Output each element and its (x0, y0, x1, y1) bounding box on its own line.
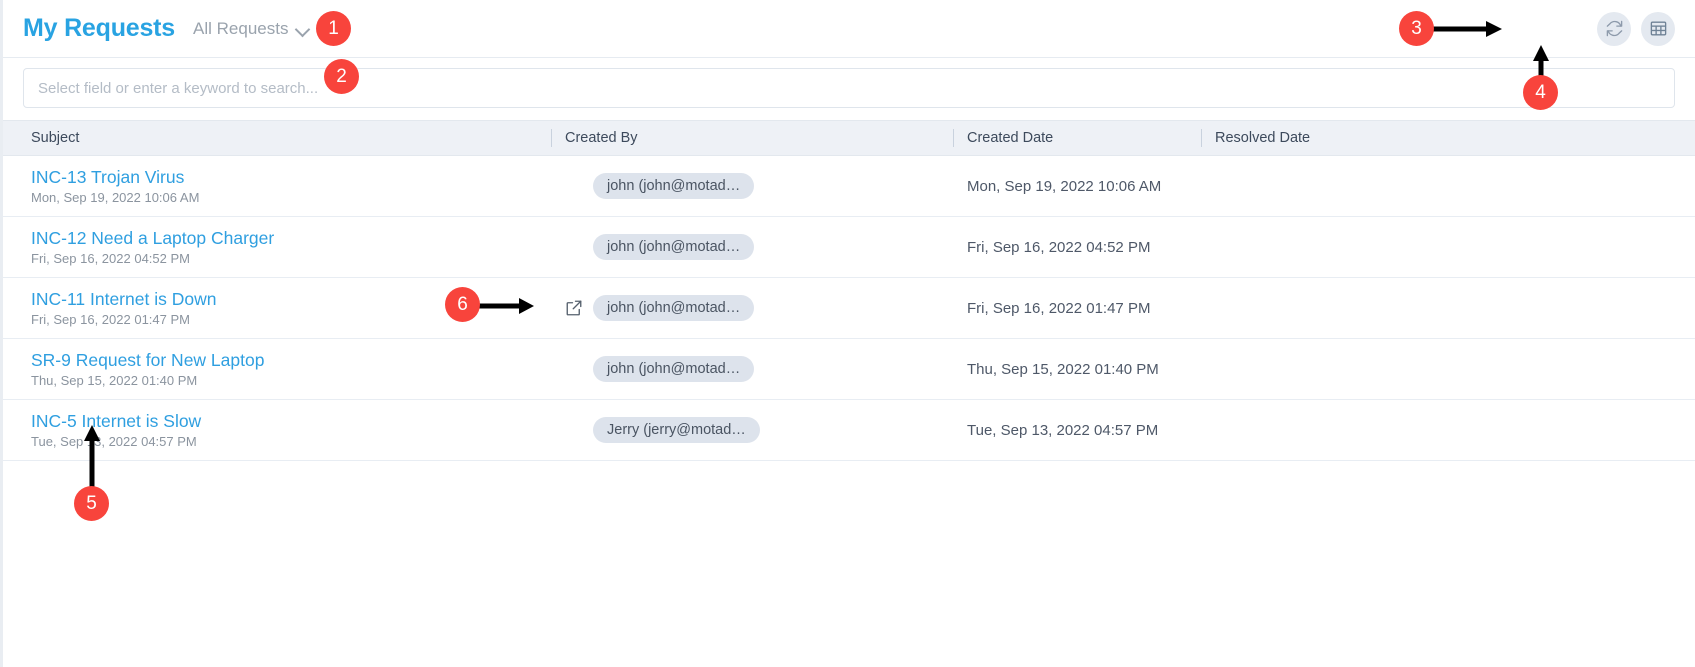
table-row[interactable]: INC-5 Internet is Slow Tue, Sep 13, 2022… (3, 400, 1695, 461)
request-subject-date: Fri, Sep 16, 2022 04:52 PM (31, 251, 190, 267)
request-subject-date: Fri, Sep 16, 2022 01:47 PM (31, 312, 190, 328)
cell-resolved-date (1201, 156, 1695, 216)
my-requests-page: My Requests All Requests Select field or… (0, 0, 1695, 667)
cell-subject: SR-9 Request for New Laptop Thu, Sep 15,… (3, 339, 551, 399)
annotation-arrow-6 (473, 298, 534, 314)
created-date-value: Thu, Sep 15, 2022 01:40 PM (967, 360, 1159, 378)
table-header-row: Subject Created By Created Date Resolved… (3, 120, 1695, 156)
request-subject-link[interactable]: INC-5 Internet is Slow (31, 411, 201, 431)
grid-view-icon (1649, 19, 1668, 38)
requests-table: Subject Created By Created Date Resolved… (3, 120, 1695, 461)
cell-resolved-date (1201, 400, 1695, 460)
table-row[interactable]: INC-11 Internet is Down Fri, Sep 16, 202… (3, 278, 1695, 339)
search-input[interactable] (23, 68, 1675, 108)
cell-created-by: john (john@motad… (551, 217, 953, 277)
created-by-chip: john (john@motad… (593, 356, 755, 382)
page-title: My Requests (23, 14, 176, 42)
cell-resolved-date (1201, 217, 1695, 277)
column-header-resolved-date[interactable]: Resolved Date (1201, 121, 1695, 155)
table-row[interactable]: INC-12 Need a Laptop Charger Fri, Sep 16… (3, 217, 1695, 278)
table-row[interactable]: INC-13 Trojan Virus Mon, Sep 19, 2022 10… (3, 156, 1695, 217)
request-subject-link[interactable]: INC-13 Trojan Virus (31, 167, 199, 187)
annotation-marker-1: 1 (316, 11, 351, 46)
cell-created-by: john (john@motad… (551, 339, 953, 399)
cell-created-date: Mon, Sep 19, 2022 10:06 AM (953, 156, 1201, 216)
table-row[interactable]: SR-9 Request for New Laptop Thu, Sep 15,… (3, 339, 1695, 400)
request-subject-link[interactable]: INC-11 Internet is Down (31, 289, 216, 309)
refresh-button[interactable] (1597, 11, 1631, 46)
search-bar-container (3, 58, 1695, 120)
cell-subject: INC-12 Need a Laptop Charger Fri, Sep 16… (3, 217, 551, 277)
annotation-marker-6: 6 (445, 287, 480, 322)
created-date-value: Fri, Sep 16, 2022 04:52 PM (967, 238, 1151, 256)
request-subject-date: Mon, Sep 19, 2022 10:06 AM (31, 190, 200, 206)
request-subject-link[interactable]: INC-12 Need a Laptop Charger (31, 228, 274, 248)
grid-view-button[interactable] (1641, 11, 1675, 46)
created-date-value: Mon, Sep 19, 2022 10:06 AM (967, 177, 1162, 195)
annotation-marker-3: 3 (1399, 11, 1434, 46)
request-subject-date: Thu, Sep 15, 2022 01:40 PM (31, 373, 198, 389)
created-by-chip: john (john@motad… (593, 295, 755, 321)
annotation-marker-4: 4 (1523, 75, 1558, 110)
column-header-created-by[interactable]: Created By (551, 121, 953, 155)
cell-created-by: Jerry (jerry@motad… (551, 400, 953, 460)
created-by-chip: Jerry (jerry@motad… (593, 417, 760, 443)
created-by-chip: john (john@motad… (593, 234, 755, 260)
request-filter-dropdown[interactable]: All Requests (193, 19, 310, 39)
request-filter-label: All Requests (193, 18, 289, 38)
cell-created-date: Thu, Sep 15, 2022 01:40 PM (953, 339, 1201, 399)
cell-created-date: Fri, Sep 16, 2022 01:47 PM (953, 278, 1201, 338)
created-date-value: Tue, Sep 13, 2022 04:57 PM (967, 421, 1159, 439)
request-subject-date: Tue, Sep 13, 2022 04:57 PM (31, 434, 197, 450)
created-date-value: Fri, Sep 16, 2022 01:47 PM (967, 299, 1151, 317)
cell-subject: INC-13 Trojan Virus Mon, Sep 19, 2022 10… (3, 156, 551, 216)
open-external-icon[interactable] (565, 299, 583, 317)
created-by-chip: john (john@motad… (593, 173, 755, 199)
column-header-created-date[interactable]: Created Date (953, 121, 1201, 155)
annotation-arrow-5 (84, 425, 100, 492)
cell-created-date: Tue, Sep 13, 2022 04:57 PM (953, 400, 1201, 460)
annotation-marker-2: 2 (324, 59, 359, 94)
cell-resolved-date (1201, 278, 1695, 338)
cell-created-by: john (john@motad… (551, 156, 953, 216)
cell-created-date: Fri, Sep 16, 2022 04:52 PM (953, 217, 1201, 277)
annotation-marker-5: 5 (74, 486, 109, 521)
table-body: INC-13 Trojan Virus Mon, Sep 19, 2022 10… (3, 156, 1695, 461)
request-subject-link[interactable]: SR-9 Request for New Laptop (31, 350, 264, 370)
column-header-subject[interactable]: Subject (3, 121, 551, 155)
cell-resolved-date (1201, 339, 1695, 399)
cell-created-by: john (john@motad… (551, 278, 953, 338)
refresh-icon (1605, 19, 1624, 38)
annotation-arrow-3 (1428, 21, 1502, 37)
chevron-down-icon (296, 24, 310, 33)
